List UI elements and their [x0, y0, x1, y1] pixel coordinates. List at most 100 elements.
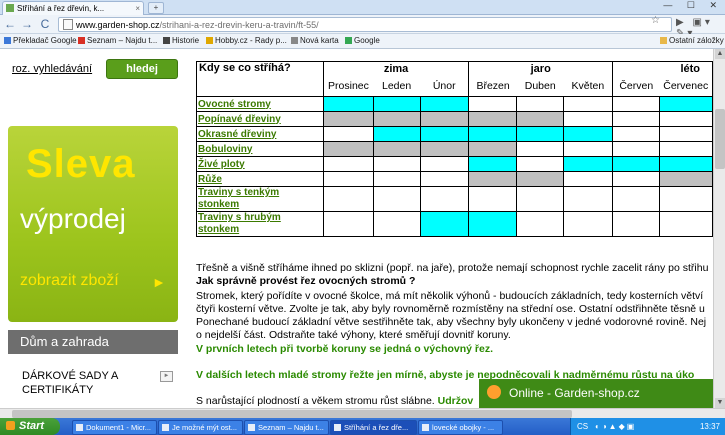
live-chat-widget[interactable]: Online - Garden-shop.cz [479, 379, 713, 408]
table-row: Růže [196, 171, 713, 187]
chat-icon [487, 385, 501, 399]
taskbar-item[interactable]: lovecké obojky - ... [418, 420, 503, 435]
month-cell [612, 171, 660, 187]
month-cell [563, 111, 614, 127]
bookmark-star-icon[interactable]: ☆ [651, 15, 660, 26]
tab-title: Stříhání a řez dřevin, k... [17, 4, 105, 13]
table-header-title: Kdy se co stříhá? [196, 61, 324, 97]
expand-arrow-icon[interactable]: ► [160, 371, 173, 382]
scroll-thumb[interactable] [12, 410, 572, 418]
search-button[interactable]: hledej [106, 59, 178, 79]
taskbar-item[interactable]: Seznam – Najdu t... [244, 420, 329, 435]
bookmark-item[interactable]: Seznam – Najdu t... [78, 34, 157, 48]
month-cell [419, 211, 470, 237]
plant-category-link[interactable]: Okrasné dřeviny [196, 126, 324, 142]
month-cell [658, 171, 713, 187]
month-cell [658, 211, 713, 237]
forward-button[interactable]: → [20, 17, 34, 31]
plant-category-link[interactable]: Traviny s tenkým stonkem [196, 186, 324, 212]
article-question: Jak správně provést řez ovocných stromů … [196, 275, 416, 287]
start-button[interactable]: Start [0, 418, 60, 435]
table-row: Okrasné dřeviny [196, 126, 713, 142]
page-content: roz. vyhledávání hledej Sleva výprodej z… [0, 49, 713, 408]
bookmark-item[interactable]: Překladač Google [4, 34, 77, 48]
scroll-thumb[interactable] [715, 109, 725, 169]
article-paragraph: Ponechané budoucí základní větve sestřih… [196, 316, 707, 328]
month-cell [658, 96, 713, 112]
advanced-search-link[interactable]: roz. vyhledávání [12, 63, 92, 75]
bookmark-item[interactable]: Nová karta [291, 34, 339, 48]
address-bar[interactable]: www.garden-shop.cz/strihani-a-rez-drevin… [58, 17, 672, 32]
month-cell [516, 141, 565, 157]
taskbar: Start Dokument1 - Micr... Je možné mýt o… [0, 418, 725, 435]
taskbar-item[interactable]: Je možné mýt ost... [158, 420, 243, 435]
plant-category-link[interactable]: Bobuloviny [196, 141, 324, 157]
reload-button[interactable]: C [38, 17, 52, 31]
month-february: Únor [420, 76, 470, 97]
taskbar-item-active[interactable]: Stříhání a řez dře... [330, 420, 417, 435]
table-row: Traviny s tenkým stonkem [196, 186, 713, 212]
month-cell [372, 171, 421, 187]
plant-category-link[interactable]: Traviny s hrubým stonkem [196, 211, 324, 237]
category-header-home-garden[interactable]: Dům a zahrada [8, 330, 178, 354]
month-cell [516, 96, 565, 112]
favicon-icon [6, 4, 14, 12]
month-cell [372, 211, 421, 237]
month-cell [658, 156, 713, 172]
sale-banner[interactable]: Sleva výprodej zobrazit zboží ► [8, 126, 178, 322]
month-cell [658, 186, 713, 212]
plant-category-link[interactable]: Ovocné stromy [196, 96, 324, 112]
system-tray: CS ◐◑▲◆▣ 13:37 [570, 418, 725, 435]
clock: 13:37 [699, 422, 720, 431]
bookmark-item[interactable]: Historie [163, 34, 199, 48]
language-indicator[interactable]: CS [577, 418, 588, 435]
article-paragraph: čtyři kosterní větve. Zvolte je tak, aby… [196, 303, 705, 315]
season-spring: jaro [468, 61, 614, 76]
bookmark-icon [78, 37, 85, 44]
plant-category-link[interactable]: Růže [196, 171, 324, 187]
browser-toolbar: ← → C www.garden-shop.cz/strihani-a-rez-… [0, 15, 725, 39]
vertical-scrollbar[interactable]: ▲ ▼ [713, 49, 725, 408]
month-cell [468, 111, 518, 127]
bookmark-item[interactable]: Google [345, 34, 380, 48]
taskbar-item[interactable]: Dokument1 - Micr... [72, 420, 157, 435]
bookmark-folder-other[interactable]: Ostatní záložky [660, 34, 724, 48]
bookmarks-bar: Překladač Google Seznam – Najdu t... His… [0, 34, 725, 49]
promo-link[interactable]: zobrazit zboží [20, 272, 119, 290]
month-cell [419, 111, 470, 127]
promo-subtitle: výprodej [20, 203, 126, 234]
month-cell [658, 126, 713, 142]
table-row: Popínavé dřeviny [196, 111, 713, 127]
new-tab-button[interactable]: + [148, 2, 164, 14]
month-cell [419, 96, 470, 112]
month-cell [563, 141, 614, 157]
page-icon [63, 19, 73, 30]
month-cell [468, 156, 518, 172]
chat-label: Online - Garden-shop.cz [509, 386, 640, 400]
article-paragraph: Stromek, který pořídíte v ovocné školce,… [196, 290, 704, 302]
window-icon [162, 424, 169, 431]
month-march: Březen [468, 76, 517, 97]
scroll-up-icon[interactable]: ▲ [715, 49, 725, 59]
bookmark-item[interactable]: Hobby.cz - Rady p... [206, 34, 287, 48]
scroll-down-icon[interactable]: ▼ [715, 398, 725, 408]
month-cell [419, 156, 470, 172]
close-tab-icon[interactable]: × [135, 2, 140, 15]
folder-icon [660, 37, 667, 44]
window-controls[interactable]: — ☐ ✕ [663, 0, 723, 13]
month-cell [322, 96, 374, 112]
month-cell [612, 186, 660, 212]
plant-category-link[interactable]: Popínavé dřeviny [196, 111, 324, 127]
month-cell [468, 171, 518, 187]
plant-category-link[interactable]: Živé ploty [196, 156, 324, 172]
category-gift-sets[interactable]: DÁRKOVÉ SADY A CERTIFIKÁTY [22, 369, 162, 397]
month-cell [516, 171, 565, 187]
month-december: Prosinec [322, 76, 374, 97]
article-paragraph: S narůstající plodností a věkem stromu r… [196, 395, 474, 407]
tray-icons[interactable]: ◐◑▲◆▣ [595, 418, 636, 435]
back-button[interactable]: ← [3, 17, 17, 31]
table-row: Živé ploty [196, 156, 713, 172]
tab-active[interactable]: Stříhání a řez dřevin, k... × [2, 1, 144, 15]
window-icon [76, 424, 83, 431]
month-cell [516, 211, 565, 237]
